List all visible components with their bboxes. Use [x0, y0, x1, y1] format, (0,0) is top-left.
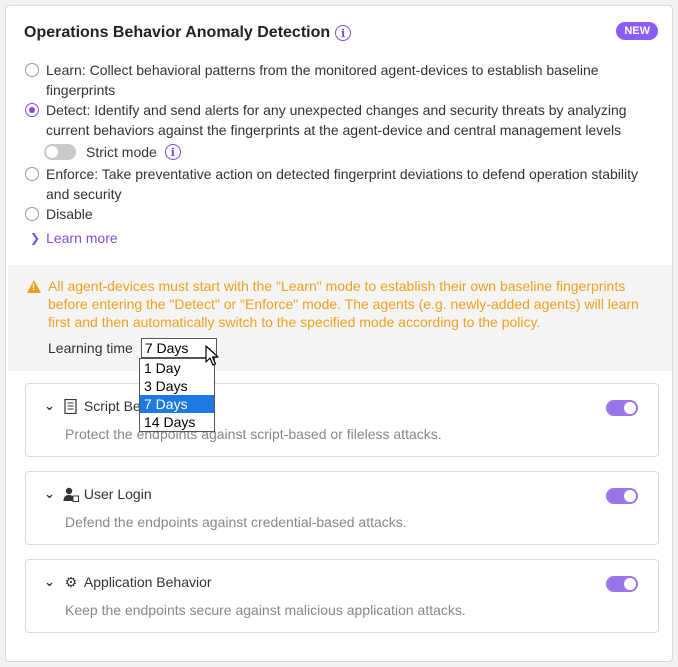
disable-radio[interactable]: [25, 207, 39, 221]
application-behavior-title: Application Behavior: [83, 574, 212, 590]
learning-time-label: Learning time: [48, 340, 133, 356]
detect-radio[interactable]: [25, 103, 39, 117]
enforce-radio[interactable]: [25, 167, 39, 181]
learn-label: Learn: Collect behavioral patterns from …: [46, 62, 599, 98]
strict-mode-info-icon[interactable]: i: [164, 144, 181, 160]
warning-icon: !: [27, 280, 41, 293]
script-behavior-card: ⌄ Script Be Protect the endpoints agains…: [25, 383, 659, 457]
learn-radio[interactable]: [25, 63, 39, 77]
mode-learn-option[interactable]: Learn: Collect behavioral patterns from …: [24, 60, 654, 100]
learning-warning: ! All agent-devices must start with the …: [8, 265, 672, 371]
mode-disable-option[interactable]: Disable: [24, 204, 654, 224]
anomaly-detection-panel: Operations Behavior Anomaly Detection i …: [5, 5, 673, 662]
application-behavior-card: ⌄ ⚙ Application Behavior Keep the endpoi…: [25, 559, 659, 633]
new-badge: NEW: [616, 22, 658, 40]
option-3-days[interactable]: 3 Days: [140, 377, 214, 395]
script-icon: [63, 398, 79, 414]
option-7-days[interactable]: 7 Days: [140, 395, 214, 413]
learning-time-row: Learning time 7 Days ⌄: [48, 338, 217, 358]
strict-mode-label: Strict mode: [86, 144, 157, 160]
gears-icon: ⚙: [64, 573, 78, 590]
script-behavior-description: Protect the endpoints against script-bas…: [65, 426, 442, 442]
mode-options: Learn: Collect behavioral patterns from …: [24, 60, 654, 246]
application-behavior-description: Keep the endpoints secure against malici…: [65, 602, 466, 618]
mode-detect-option[interactable]: Detect: Identify and send alerts for any…: [24, 100, 654, 140]
script-behavior-toggle[interactable]: [606, 400, 638, 416]
user-login-toggle[interactable]: [606, 488, 638, 504]
chevron-down-icon[interactable]: ⌄: [44, 574, 55, 590]
chevron-down-icon[interactable]: ⌄: [44, 398, 55, 414]
script-behavior-header[interactable]: ⌄ Script Be: [44, 398, 141, 414]
strict-mode-toggle[interactable]: [44, 144, 76, 160]
learn-more-label: Learn more: [46, 230, 118, 246]
option-1-day[interactable]: 1 Day: [140, 359, 214, 377]
option-14-days[interactable]: 14 Days: [140, 413, 214, 431]
learn-more-link[interactable]: ❯ Learn more: [24, 230, 654, 246]
page-title: Operations Behavior Anomaly Detection: [24, 24, 331, 41]
mode-enforce-option[interactable]: Enforce: Take preventative action on det…: [24, 164, 654, 204]
application-behavior-toggle[interactable]: [606, 576, 638, 592]
learning-time-value: 7 Days: [144, 340, 189, 356]
panel-header: Operations Behavior Anomaly Detection i: [24, 22, 352, 44]
info-icon[interactable]: i: [335, 25, 352, 41]
user-login-title: User Login: [83, 486, 152, 502]
user-login-card: ⌄ User Login Defend the endpoints agains…: [25, 471, 659, 545]
script-behavior-title: Script Be: [83, 398, 141, 414]
chevron-right-icon: ❯: [30, 231, 41, 245]
user-login-icon: [63, 486, 79, 502]
mouse-cursor-icon: [205, 345, 219, 372]
disable-label: Disable: [46, 206, 93, 222]
application-behavior-header[interactable]: ⌄ ⚙ Application Behavior: [44, 573, 212, 591]
learning-time-dropdown: 1 Day 3 Days 7 Days 14 Days: [139, 358, 215, 432]
user-login-description: Defend the endpoints against credential-…: [65, 514, 407, 530]
strict-mode-row: Strict mode i: [44, 140, 654, 164]
warning-text: All agent-devices must start with the "L…: [48, 278, 639, 330]
chevron-down-icon[interactable]: ⌄: [44, 486, 55, 502]
detect-label: Detect: Identify and send alerts for any…: [46, 102, 627, 138]
user-login-header[interactable]: ⌄ User Login: [44, 486, 152, 502]
enforce-label: Enforce: Take preventative action on det…: [46, 166, 639, 202]
